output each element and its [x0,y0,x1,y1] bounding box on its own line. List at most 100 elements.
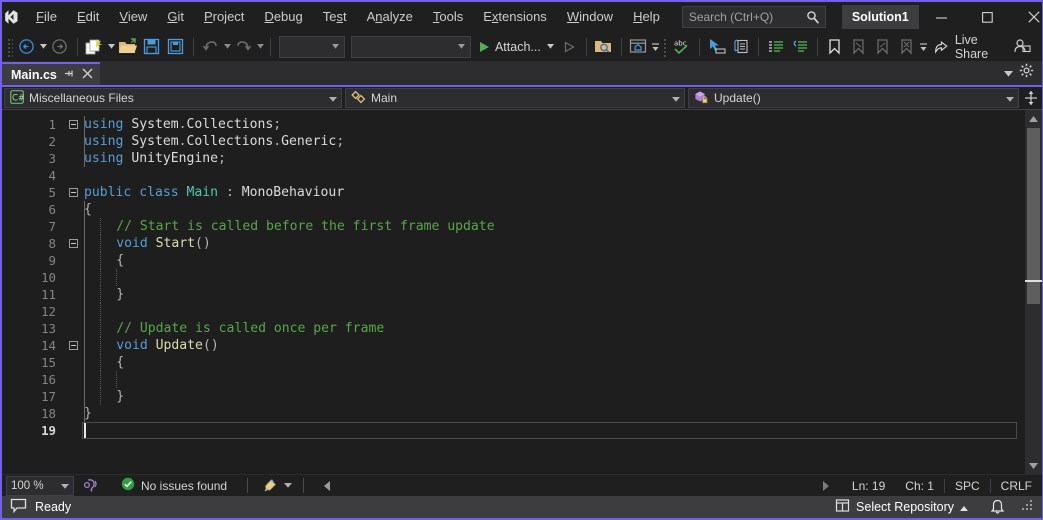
scroll-left-arrow-icon[interactable] [314,480,341,491]
menu-view[interactable]: View [109,1,157,33]
menu-analyze[interactable]: Analyze [357,1,423,33]
navigate-forward-icon[interactable] [48,35,72,59]
maximize-button[interactable] [965,1,1011,33]
menu-project[interactable]: Project [194,1,254,33]
code-line[interactable]: 5 public class Main : MonoBehaviour [2,184,1025,201]
fold-toggle-icon[interactable] [64,341,82,350]
type-caret-icon[interactable] [672,91,680,105]
clear-bookmarks-icon[interactable] [895,35,919,59]
open-file-icon[interactable] [116,35,140,59]
menu-help[interactable]: Help [623,1,670,33]
solution-configuration-combo[interactable] [278,35,346,58]
select-tool-icon[interactable] [705,35,729,59]
code-line[interactable]: 11} [2,286,1025,303]
live-share-button[interactable]: Live Share [928,33,1010,61]
navigate-backward-caret-icon[interactable] [39,35,48,59]
menu-edit[interactable]: Edit [67,1,109,33]
code-line[interactable]: 16 [2,371,1025,388]
paste-list-icon[interactable] [729,35,753,59]
comment-lines-icon[interactable] [764,35,788,59]
code-line[interactable]: 15 { [2,354,1025,371]
fold-toggle-icon[interactable] [64,120,82,129]
zoom-combo[interactable]: 100 % [6,475,74,496]
code-line[interactable]: 8 void Start() [2,235,1025,252]
menu-test[interactable]: Test [313,1,357,33]
search-box[interactable] [681,6,826,28]
indentation-indicator[interactable]: SPC [943,478,990,493]
code-line[interactable]: 17} [2,388,1025,405]
line-number-indicator[interactable]: Ln: 19 [842,479,895,493]
editor-vertical-scrollbar[interactable] [1025,110,1042,474]
uncomment-lines-icon[interactable] [788,35,812,59]
project-caret-icon[interactable] [329,91,337,105]
fold-toggle-icon[interactable] [64,239,82,248]
scrollbar-thumb[interactable] [1027,128,1040,304]
scroll-up-arrow-icon[interactable] [1025,110,1042,127]
redo-icon[interactable] [232,35,256,59]
spell-check-icon[interactable]: abc [670,35,694,59]
code-line[interactable]: 7 // Start is called before the first fra… [2,218,1025,235]
code-line[interactable]: 13 // Update is called once per frame [2,320,1025,337]
menu-tools[interactable]: Tools [423,1,473,33]
member-caret-icon[interactable] [1006,91,1014,105]
feedback-icon[interactable] [10,498,27,516]
next-bookmark-icon[interactable] [871,35,895,59]
code-line[interactable]: 19 [2,422,1025,439]
code-line[interactable]: 9{ [2,252,1025,269]
previous-bookmark-icon[interactable] [847,35,871,59]
code-line[interactable]: 1 using System.Collections; [2,116,1025,133]
code-cleanup-caret-icon[interactable] [282,474,293,498]
attach-button[interactable]: Attach... [474,35,557,59]
code-line[interactable]: 4 [2,167,1025,184]
new-item-caret-icon[interactable] [107,35,116,59]
menu-git[interactable]: Git [157,1,194,33]
column-number-indicator[interactable]: Ch: 1 [895,479,944,493]
code-editor[interactable]: 1 using System.Collections; 2 using System.… [2,110,1025,474]
split-view-icon[interactable] [1020,87,1042,109]
notifications-icon[interactable] [984,495,1011,519]
issues-status[interactable]: No issues found [117,477,231,494]
toolbar-grip-2[interactable] [661,36,669,57]
code-line[interactable]: 12 [2,303,1025,320]
feedback-account-icon[interactable] [1010,35,1034,59]
solution-explorer-more-icon[interactable] [650,35,659,59]
scroll-down-arrow-icon[interactable] [1025,457,1042,474]
toolbar-grip[interactable] [6,36,13,57]
code-line[interactable]: 18} [2,405,1025,422]
toggle-bookmark-icon[interactable] [823,35,847,59]
menu-debug[interactable]: Debug [254,1,312,33]
close-button[interactable] [1011,1,1043,33]
search-input[interactable] [688,10,819,24]
screen-reader-icon[interactable] [78,477,103,494]
type-combo[interactable]: Main [345,88,685,108]
fold-toggle-icon[interactable] [64,188,82,197]
code-line[interactable]: 14 void Update() [2,337,1025,354]
scroll-right-arrow-icon[interactable] [811,480,842,491]
bookmarks-overflow-icon[interactable] [919,35,928,59]
code-line[interactable]: 6{ [2,201,1025,218]
solution-explorer-icon[interactable] [626,35,650,59]
gear-icon[interactable] [1019,63,1034,83]
menu-extensions[interactable]: Extensions [473,1,557,33]
save-all-icon[interactable] [164,35,188,59]
start-without-debugging-icon[interactable] [557,35,581,59]
search-in-files-icon[interactable] [592,35,616,59]
undo-icon[interactable] [199,35,223,59]
code-cleanup-icon[interactable] [258,478,282,494]
zoom-caret-icon[interactable] [61,480,69,492]
menu-file[interactable]: File [26,1,67,33]
pin-tab-icon[interactable] [64,68,75,82]
undo-caret-icon[interactable] [223,35,232,59]
close-tab-icon[interactable] [82,68,93,82]
resize-grip-icon[interactable] [1021,499,1034,515]
member-combo[interactable]: Update() [688,88,1019,108]
tab-main-cs[interactable]: Main.cs [2,62,100,85]
minimize-button[interactable] [919,1,965,33]
tab-overflow-caret-icon[interactable] [1004,64,1013,82]
menu-window[interactable]: Window [557,1,623,33]
code-line[interactable]: 3 using UnityEngine; [2,150,1025,167]
new-item-icon[interactable] [83,35,107,59]
select-repository-button[interactable]: Select Repository [829,495,974,519]
code-line[interactable]: 2 using System.Collections.Generic; [2,133,1025,150]
navigate-backward-icon[interactable] [15,35,39,59]
